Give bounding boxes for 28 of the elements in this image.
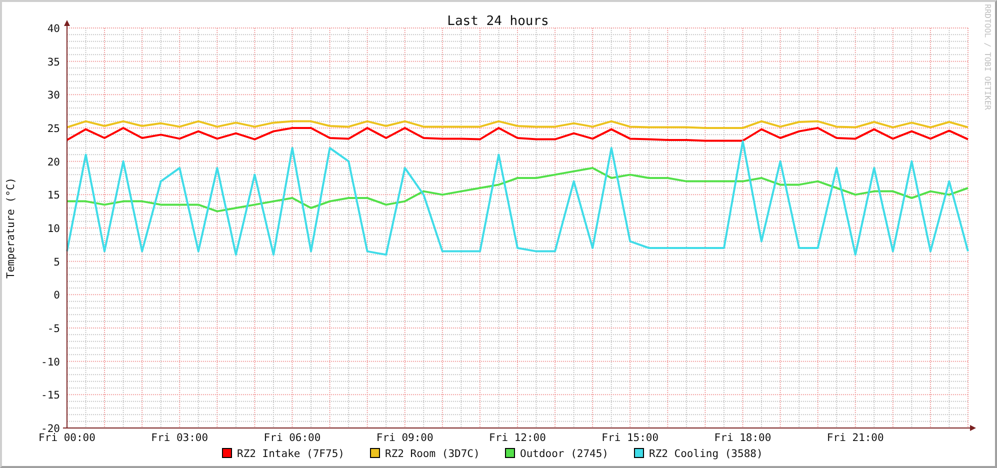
- y-tick-label: 25: [47, 123, 60, 135]
- legend-label: RZ2 Cooling (3588): [649, 448, 763, 460]
- y-tick-label: 40: [47, 23, 60, 35]
- y-tick-label: 20: [47, 156, 60, 168]
- x-tick-label: Fri 06:00: [264, 432, 321, 444]
- y-tick-label: 30: [47, 90, 60, 102]
- x-tick-label: Fri 18:00: [714, 432, 772, 444]
- y-tick-label: 10: [47, 223, 60, 235]
- y-tick-label: 15: [47, 190, 60, 202]
- y-tick-label: -5: [47, 323, 60, 335]
- x-tick-label: Fri 12:00: [489, 432, 546, 444]
- y-tick-label: 5: [54, 256, 60, 268]
- legend-label: RZ2 Intake (7F75): [237, 448, 344, 460]
- x-tick-label: Fri 03:00: [151, 432, 208, 444]
- x-tick-label: Fri 00:00: [38, 432, 96, 444]
- chart-title: Last 24 hours: [447, 14, 549, 29]
- legend-label: Outdoor (2745): [520, 448, 609, 460]
- side-label: RRDTOOL / TOBI OETIKER: [983, 4, 992, 110]
- x-tick-label: Fri 15:00: [602, 432, 659, 444]
- x-tick-label: Fri 21:00: [826, 432, 884, 444]
- legend-label: RZ2 Room (3D7C): [385, 448, 480, 460]
- y-tick-label: 35: [47, 56, 60, 68]
- y-tick-label: -20: [41, 423, 60, 435]
- y-tick-label: -15: [41, 390, 60, 402]
- x-tick-label: Fri 09:00: [376, 432, 434, 444]
- y-axis-label: Temperature (°C): [5, 177, 17, 279]
- y-tick-label: 0: [54, 290, 60, 302]
- y-tick-label: -10: [41, 356, 60, 368]
